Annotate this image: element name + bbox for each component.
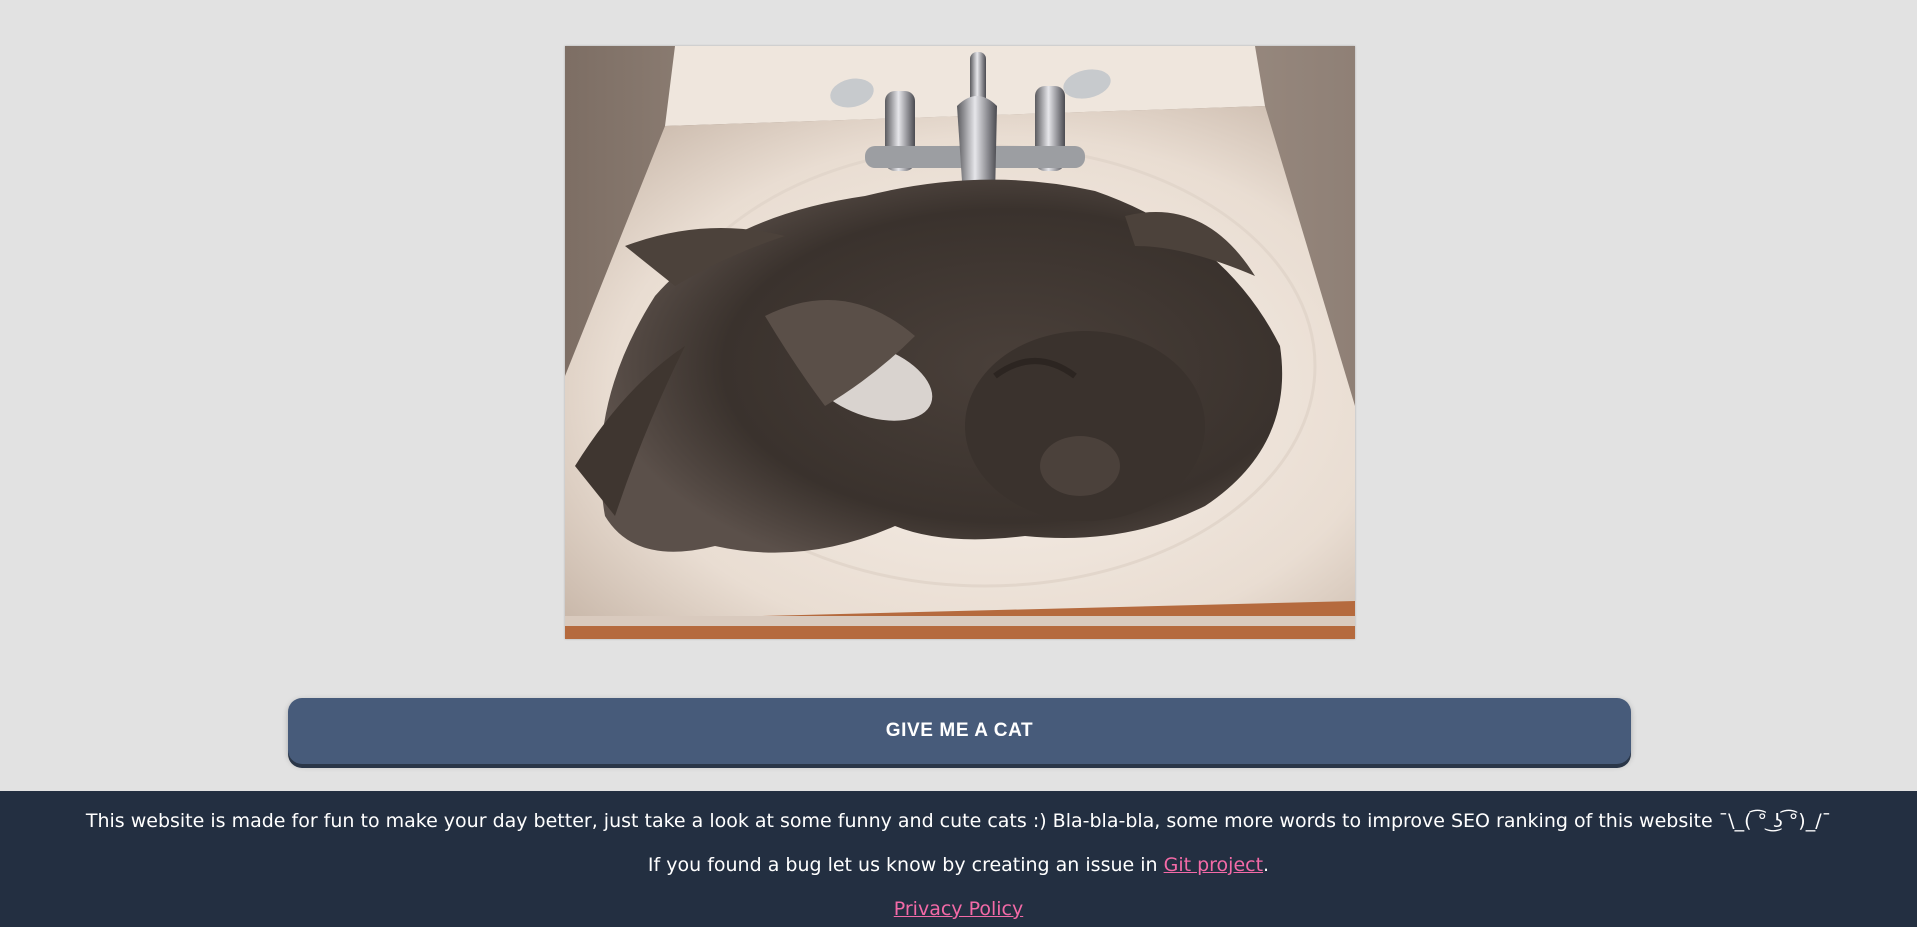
give-me-a-cat-button[interactable]: GIVE ME A CAT — [288, 698, 1631, 764]
bug-report-period: . — [1263, 854, 1270, 876]
site-footer: This website is made for fun to make you… — [0, 791, 1917, 927]
git-project-link[interactable]: Git project — [1164, 854, 1263, 876]
footer-privacy: Privacy Policy — [0, 898, 1917, 920]
footer-description: This website is made for fun to make you… — [85, 810, 1832, 832]
privacy-policy-link[interactable]: Privacy Policy — [894, 898, 1023, 920]
cat-photo-image — [565, 46, 1355, 639]
bug-report-text: If you found a bug let us know by creati… — [647, 854, 1164, 876]
cat-photo — [565, 46, 1355, 639]
footer-bug-report: If you found a bug let us know by creati… — [0, 854, 1917, 876]
